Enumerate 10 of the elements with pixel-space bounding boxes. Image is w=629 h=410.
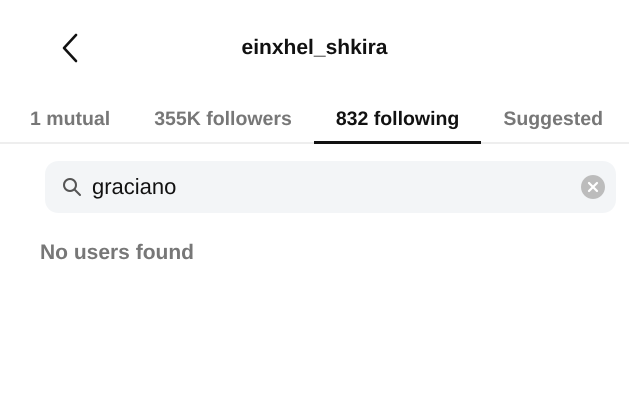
back-button[interactable] (60, 32, 80, 64)
tab[interactable]: Suggested (481, 96, 626, 144)
tab[interactable]: 832 following (314, 96, 482, 144)
tab[interactable]: 1 mutual (8, 96, 132, 144)
tab[interactable]: 355K followers (132, 96, 314, 144)
clear-icon (581, 175, 605, 199)
back-icon (60, 32, 80, 64)
empty-message: No users found (40, 241, 194, 264)
search-field[interactable]: graciano (45, 161, 616, 213)
profile-username: einxhel_shkira (242, 36, 388, 60)
